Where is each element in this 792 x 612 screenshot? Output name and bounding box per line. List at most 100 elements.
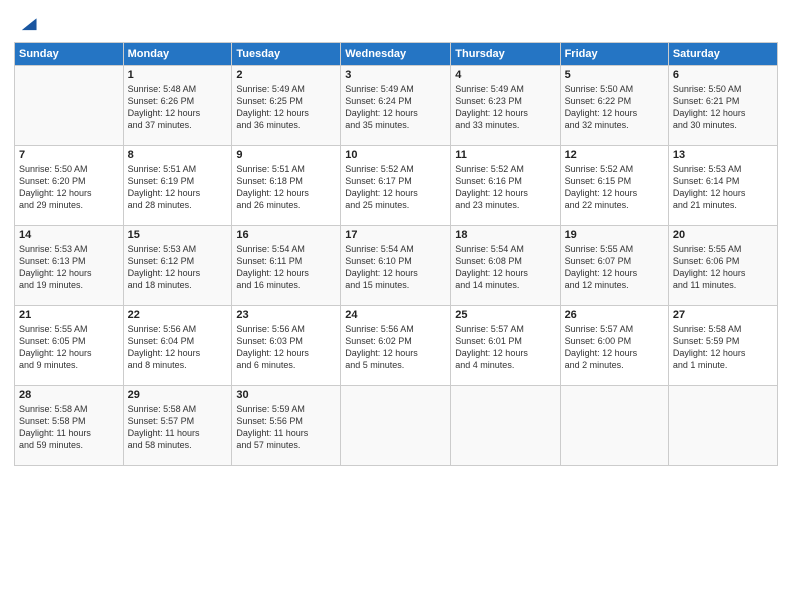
weekday-saturday: Saturday (668, 43, 777, 66)
page: SundayMondayTuesdayWednesdayThursdayFrid… (0, 0, 792, 612)
day-number: 28 (19, 389, 119, 401)
day-number: 20 (673, 229, 773, 241)
day-number: 19 (565, 229, 664, 241)
calendar-table: SundayMondayTuesdayWednesdayThursdayFrid… (14, 42, 778, 466)
weekday-sunday: Sunday (15, 43, 124, 66)
day-cell: 2 Sunrise: 5:49 AM Sunset: 6:25 PM Daylig… (232, 66, 341, 146)
day-number: 2 (236, 69, 336, 81)
weekday-wednesday: Wednesday (341, 43, 451, 66)
week-row-1: 1 Sunrise: 5:48 AM Sunset: 6:26 PM Daylig… (15, 66, 778, 146)
day-info: Sunrise: 5:52 AM Sunset: 6:15 PM Dayligh… (565, 163, 664, 212)
day-number: 5 (565, 69, 664, 81)
day-number: 22 (128, 309, 228, 321)
day-cell (341, 386, 451, 466)
day-number: 1 (128, 69, 228, 81)
day-number: 24 (345, 309, 446, 321)
day-number: 14 (19, 229, 119, 241)
day-info: Sunrise: 5:48 AM Sunset: 6:26 PM Dayligh… (128, 83, 228, 132)
day-number: 8 (128, 149, 228, 161)
day-cell (15, 66, 124, 146)
day-info: Sunrise: 5:56 AM Sunset: 6:03 PM Dayligh… (236, 323, 336, 372)
day-info: Sunrise: 5:51 AM Sunset: 6:18 PM Dayligh… (236, 163, 336, 212)
day-info: Sunrise: 5:55 AM Sunset: 6:06 PM Dayligh… (673, 243, 773, 292)
day-cell (560, 386, 668, 466)
day-cell: 14 Sunrise: 5:53 AM Sunset: 6:13 PM Dayli… (15, 226, 124, 306)
day-info: Sunrise: 5:54 AM Sunset: 6:11 PM Dayligh… (236, 243, 336, 292)
day-cell (668, 386, 777, 466)
day-cell: 15 Sunrise: 5:53 AM Sunset: 6:12 PM Dayli… (123, 226, 232, 306)
day-number: 3 (345, 69, 446, 81)
day-number: 9 (236, 149, 336, 161)
day-cell: 6 Sunrise: 5:50 AM Sunset: 6:21 PM Daylig… (668, 66, 777, 146)
day-number: 13 (673, 149, 773, 161)
day-cell: 20 Sunrise: 5:55 AM Sunset: 6:06 PM Dayli… (668, 226, 777, 306)
day-number: 7 (19, 149, 119, 161)
day-cell: 9 Sunrise: 5:51 AM Sunset: 6:18 PM Daylig… (232, 146, 341, 226)
day-number: 12 (565, 149, 664, 161)
day-info: Sunrise: 5:58 AM Sunset: 5:57 PM Dayligh… (128, 403, 228, 452)
day-cell: 27 Sunrise: 5:58 AM Sunset: 5:59 PM Dayli… (668, 306, 777, 386)
day-info: Sunrise: 5:56 AM Sunset: 6:02 PM Dayligh… (345, 323, 446, 372)
weekday-tuesday: Tuesday (232, 43, 341, 66)
day-info: Sunrise: 5:55 AM Sunset: 6:05 PM Dayligh… (19, 323, 119, 372)
header (14, 10, 778, 36)
day-number: 4 (455, 69, 555, 81)
day-info: Sunrise: 5:54 AM Sunset: 6:10 PM Dayligh… (345, 243, 446, 292)
day-cell: 10Sunrise: 5:52 AM Sunset: 6:17 PM Dayli… (341, 146, 451, 226)
day-cell: 29 Sunrise: 5:58 AM Sunset: 5:57 PM Dayli… (123, 386, 232, 466)
day-info: Sunrise: 5:50 AM Sunset: 6:21 PM Dayligh… (673, 83, 773, 132)
day-cell (451, 386, 560, 466)
day-number: 30 (236, 389, 336, 401)
weekday-thursday: Thursday (451, 43, 560, 66)
day-cell: 21 Sunrise: 5:55 AM Sunset: 6:05 PM Dayli… (15, 306, 124, 386)
day-cell: 16 Sunrise: 5:54 AM Sunset: 6:11 PM Dayli… (232, 226, 341, 306)
day-info: Sunrise: 5:51 AM Sunset: 6:19 PM Dayligh… (128, 163, 228, 212)
day-cell: 23 Sunrise: 5:56 AM Sunset: 6:03 PM Dayli… (232, 306, 341, 386)
weekday-friday: Friday (560, 43, 668, 66)
week-row-3: 14 Sunrise: 5:53 AM Sunset: 6:13 PM Dayli… (15, 226, 778, 306)
day-cell: 28 Sunrise: 5:58 AM Sunset: 5:58 PM Dayli… (15, 386, 124, 466)
day-number: 26 (565, 309, 664, 321)
day-cell: 3Sunrise: 5:49 AM Sunset: 6:24 PM Daylig… (341, 66, 451, 146)
day-cell: 7Sunrise: 5:50 AM Sunset: 6:20 PM Daylig… (15, 146, 124, 226)
day-cell: 8 Sunrise: 5:51 AM Sunset: 6:19 PM Daylig… (123, 146, 232, 226)
day-number: 23 (236, 309, 336, 321)
day-cell: 12 Sunrise: 5:52 AM Sunset: 6:15 PM Dayli… (560, 146, 668, 226)
day-info: Sunrise: 5:49 AM Sunset: 6:23 PM Dayligh… (455, 83, 555, 132)
day-info: Sunrise: 5:57 AM Sunset: 6:00 PM Dayligh… (565, 323, 664, 372)
day-number: 6 (673, 69, 773, 81)
day-info: Sunrise: 5:58 AM Sunset: 5:58 PM Dayligh… (19, 403, 119, 452)
day-number: 21 (19, 309, 119, 321)
day-cell: 19 Sunrise: 5:55 AM Sunset: 6:07 PM Dayli… (560, 226, 668, 306)
day-info: Sunrise: 5:53 AM Sunset: 6:12 PM Dayligh… (128, 243, 228, 292)
day-cell: 1 Sunrise: 5:48 AM Sunset: 6:26 PM Daylig… (123, 66, 232, 146)
day-info: Sunrise: 5:54 AM Sunset: 6:08 PM Dayligh… (455, 243, 555, 292)
day-cell: 17 Sunrise: 5:54 AM Sunset: 6:10 PM Dayli… (341, 226, 451, 306)
day-cell: 25 Sunrise: 5:57 AM Sunset: 6:01 PM Dayli… (451, 306, 560, 386)
day-cell: 22Sunrise: 5:56 AM Sunset: 6:04 PM Dayli… (123, 306, 232, 386)
day-info: Sunrise: 5:57 AM Sunset: 6:01 PM Dayligh… (455, 323, 555, 372)
day-cell: 13 Sunrise: 5:53 AM Sunset: 6:14 PM Dayli… (668, 146, 777, 226)
day-cell: 18Sunrise: 5:54 AM Sunset: 6:08 PM Dayli… (451, 226, 560, 306)
day-number: 25 (455, 309, 555, 321)
week-row-4: 21 Sunrise: 5:55 AM Sunset: 6:05 PM Dayli… (15, 306, 778, 386)
week-row-2: 7Sunrise: 5:50 AM Sunset: 6:20 PM Daylig… (15, 146, 778, 226)
weekday-monday: Monday (123, 43, 232, 66)
day-number: 27 (673, 309, 773, 321)
day-info: Sunrise: 5:53 AM Sunset: 6:14 PM Dayligh… (673, 163, 773, 212)
day-info: Sunrise: 5:58 AM Sunset: 5:59 PM Dayligh… (673, 323, 773, 372)
day-number: 15 (128, 229, 228, 241)
day-cell: 30 Sunrise: 5:59 AM Sunset: 5:56 PM Dayli… (232, 386, 341, 466)
day-cell: 4 Sunrise: 5:49 AM Sunset: 6:23 PM Daylig… (451, 66, 560, 146)
day-info: Sunrise: 5:49 AM Sunset: 6:25 PM Dayligh… (236, 83, 336, 132)
day-number: 29 (128, 389, 228, 401)
day-cell: 24 Sunrise: 5:56 AM Sunset: 6:02 PM Dayli… (341, 306, 451, 386)
day-info: Sunrise: 5:50 AM Sunset: 6:22 PM Dayligh… (565, 83, 664, 132)
day-number: 16 (236, 229, 336, 241)
day-number: 17 (345, 229, 446, 241)
day-info: Sunrise: 5:53 AM Sunset: 6:13 PM Dayligh… (19, 243, 119, 292)
day-info: Sunrise: 5:59 AM Sunset: 5:56 PM Dayligh… (236, 403, 336, 452)
day-info: Sunrise: 5:55 AM Sunset: 6:07 PM Dayligh… (565, 243, 664, 292)
logo-icon (16, 14, 38, 36)
day-number: 11 (455, 149, 555, 161)
